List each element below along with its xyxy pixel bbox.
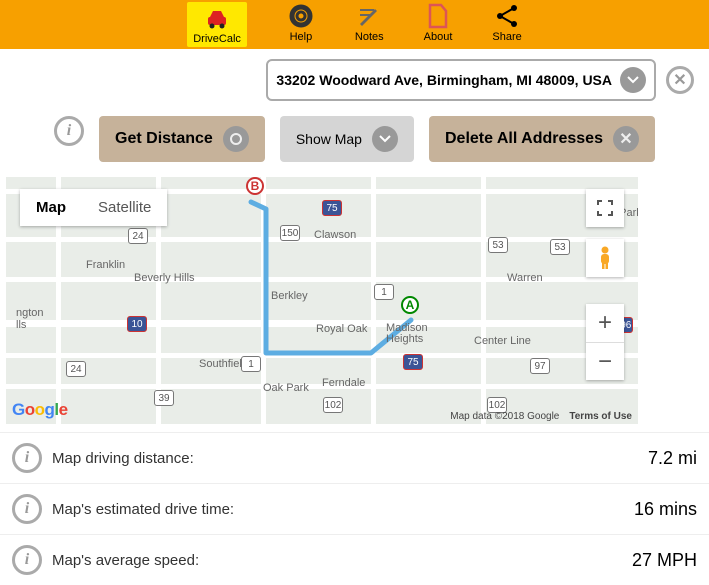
stats-panel: i Map driving distance: 7.2 mi i Map's e…: [0, 424, 709, 585]
place-label: Warren: [507, 272, 543, 284]
place-label: Franklin: [86, 259, 125, 271]
route-shield: 53: [488, 237, 508, 253]
zoom-in-button[interactable]: +: [586, 304, 624, 342]
stat-value: 16 mins: [634, 499, 697, 520]
info-icon[interactable]: i: [12, 494, 42, 524]
nav-help[interactable]: Help: [287, 2, 315, 47]
place-label: Oak Park: [263, 382, 309, 394]
place-label: Madison Heights: [386, 323, 428, 345]
stat-speed: i Map's average speed: 27 MPH: [0, 534, 709, 585]
map-type-control: Map Satellite: [20, 189, 167, 226]
route-shield: 1: [374, 284, 394, 300]
button-label: Delete All Addresses: [445, 130, 603, 148]
place-label: Royal Oak: [316, 323, 367, 335]
zoom-out-button[interactable]: −: [586, 342, 624, 380]
nav-notes[interactable]: Notes: [355, 2, 384, 47]
info-icon[interactable]: i: [12, 545, 42, 575]
file-icon: [424, 2, 452, 30]
chevron-down-icon[interactable]: [620, 67, 646, 93]
stat-distance: i Map driving distance: 7.2 mi: [0, 432, 709, 483]
place-label: Berkley: [271, 290, 308, 302]
delete-all-button[interactable]: Delete All Addresses ✕: [429, 116, 655, 162]
nav-label: Help: [290, 31, 313, 43]
map-attribution: Map data ©2018 Google Terms of Use: [444, 409, 638, 424]
place-label: Center Line: [474, 335, 531, 347]
map[interactable]: A B Franklin Beverly Hills Clawson Berkl…: [6, 177, 638, 424]
marker-a[interactable]: A: [401, 296, 421, 324]
get-distance-button[interactable]: Get Distance: [99, 116, 265, 162]
route-shield: 150: [280, 225, 300, 241]
terms-link[interactable]: Terms of Use: [569, 411, 632, 422]
marker-b[interactable]: B: [246, 177, 266, 205]
route-shield: 1: [241, 356, 261, 372]
car-icon: [203, 4, 231, 32]
close-icon: ✕: [613, 126, 639, 152]
map-type-map[interactable]: Map: [20, 189, 82, 226]
zoom-control: + −: [586, 304, 624, 380]
chevron-down-icon: [372, 126, 398, 152]
place-label: Ferndale: [322, 377, 365, 389]
clear-address-icon[interactable]: ✕: [666, 66, 694, 94]
nav-label: Notes: [355, 31, 384, 43]
nav-label: DriveCalc: [193, 33, 241, 45]
nav-drivecalc[interactable]: DriveCalc: [187, 2, 247, 47]
gear-icon: [223, 126, 249, 152]
address-text: 33202 Woodward Ave, Birmingham, MI 48009…: [276, 72, 612, 88]
map-type-satellite[interactable]: Satellite: [82, 189, 167, 226]
route-shield: 24: [66, 361, 86, 377]
pegman-icon[interactable]: [586, 239, 624, 277]
route-shield: 97: [530, 358, 550, 374]
address-box[interactable]: 33202 Woodward Ave, Birmingham, MI 48009…: [266, 59, 656, 101]
stat-time: i Map's estimated drive time: 16 mins: [0, 483, 709, 534]
nav-about[interactable]: About: [424, 2, 453, 47]
top-nav: DriveCalc Help Notes About Share: [0, 0, 709, 49]
stat-label: Map's average speed:: [52, 552, 199, 569]
share-icon: [493, 2, 521, 30]
route-shield: 102: [323, 397, 343, 413]
route-shield: 75: [403, 354, 423, 370]
info-icon[interactable]: i: [54, 116, 84, 146]
place-label: Clawson: [314, 229, 356, 241]
route-shield: 53: [550, 239, 570, 255]
info-icon[interactable]: i: [12, 443, 42, 473]
show-map-button[interactable]: Show Map: [280, 116, 414, 162]
button-row: i Get Distance Show Map Delete All Addre…: [0, 111, 709, 177]
address-row: 33202 Woodward Ave, Birmingham, MI 48009…: [0, 49, 709, 111]
route-shield: 75: [322, 200, 342, 216]
nav-label: Share: [492, 31, 521, 43]
google-logo: Google: [12, 400, 68, 420]
gear-icon: [287, 2, 315, 30]
route-shield: 10: [127, 316, 147, 332]
place-label: Beverly Hills: [134, 272, 195, 284]
route-shield: 39: [154, 390, 174, 406]
nav-share[interactable]: Share: [492, 2, 521, 47]
button-label: Show Map: [296, 131, 362, 147]
stat-value: 7.2 mi: [648, 448, 697, 469]
button-label: Get Distance: [115, 130, 213, 148]
stat-value: 27 MPH: [632, 550, 697, 571]
notes-icon: [355, 2, 383, 30]
fullscreen-icon[interactable]: [586, 189, 624, 227]
route-shield: 24: [128, 228, 148, 244]
stat-label: Map's estimated drive time:: [52, 501, 234, 518]
stat-label: Map driving distance:: [52, 450, 194, 467]
nav-label: About: [424, 31, 453, 43]
